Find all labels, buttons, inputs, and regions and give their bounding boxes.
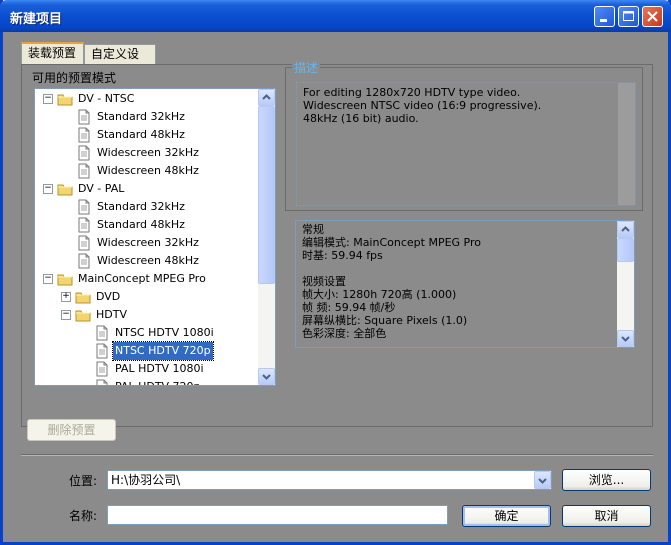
tree-label: Widescreen 48kHz xyxy=(97,254,199,267)
collapse-icon[interactable]: − xyxy=(43,94,53,104)
location-value: H:\协羽公司\ xyxy=(111,473,181,487)
tree-scrollbar[interactable] xyxy=(258,89,275,385)
chevron-down-icon xyxy=(538,478,547,484)
delete-preset-button[interactable]: 删除预置 xyxy=(27,419,116,441)
ok-button[interactable]: 确定 xyxy=(462,505,551,527)
tree-label: Widescreen 32kHz xyxy=(97,236,199,249)
chevron-up-icon xyxy=(621,226,630,232)
folder-icon xyxy=(57,274,73,286)
tree-label: DV - PAL xyxy=(78,182,125,195)
file-icon xyxy=(96,343,108,359)
info-scroll-up-button[interactable] xyxy=(617,221,634,238)
collapse-icon[interactable]: − xyxy=(61,310,71,320)
scroll-up-button[interactable] xyxy=(258,89,275,106)
description-text: For editing 1280x720 HDTV type video. Wi… xyxy=(303,86,542,125)
window-title: 新建项目 xyxy=(10,12,63,27)
location-combobox[interactable]: H:\协羽公司\ xyxy=(107,470,552,490)
tree-label: DV - NTSC xyxy=(78,92,135,105)
title-bar[interactable]: 新建项目 xyxy=(0,0,671,32)
tree-label: NTSC HDTV 1080i xyxy=(115,326,214,339)
info-line: 屏幕纵横比: Square Pixels (1.0) xyxy=(302,314,468,327)
browse-button[interactable]: 浏览... xyxy=(562,469,651,491)
file-icon xyxy=(78,217,90,233)
maximize-icon xyxy=(623,11,634,21)
minimize-icon xyxy=(600,19,607,22)
scroll-down-button[interactable] xyxy=(258,368,275,385)
file-icon xyxy=(96,379,108,385)
info-scroll-thumb[interactable] xyxy=(617,238,634,262)
tree-label: Widescreen 48kHz xyxy=(97,164,199,177)
info-line: 帧 频: 59.94 帧/秒 xyxy=(302,301,396,314)
preset-tree[interactable]: − DV - NTSC Standard 32kHz Standard 48kHz Wi… xyxy=(34,88,276,386)
preset-info-box: 常规 编辑模式: MainConcept MPEG Pro 时基: 59.94 … xyxy=(295,220,635,348)
new-project-dialog: 新建项目 装载预置 自定义设置 可用的预置模式 − DV - NTSC Standa… xyxy=(0,0,671,545)
tree-label: DVD xyxy=(96,290,121,303)
dialog-body: 装载预置 自定义设置 可用的预置模式 − DV - NTSC Standard 32… xyxy=(3,32,668,542)
close-icon xyxy=(647,11,658,22)
file-icon xyxy=(96,325,108,341)
info-scrollbar[interactable] xyxy=(617,221,634,347)
description-scrollbar xyxy=(618,83,635,205)
file-icon xyxy=(78,235,90,251)
available-presets-label: 可用的预置模式 xyxy=(32,71,117,85)
chevron-up-icon xyxy=(262,94,271,100)
info-line: 常规 xyxy=(302,223,324,236)
location-label: 位置: xyxy=(69,474,98,488)
tab-load-preset[interactable]: 装载预置 xyxy=(21,42,84,64)
divider xyxy=(21,454,653,456)
file-icon xyxy=(78,163,90,179)
tree-label: NTSC HDTV 720p xyxy=(112,341,214,361)
name-label: 名称: xyxy=(69,509,98,523)
folder-icon xyxy=(75,292,91,304)
collapse-icon[interactable]: − xyxy=(43,184,53,194)
scroll-thumb[interactable] xyxy=(258,106,275,284)
file-icon xyxy=(78,127,90,143)
tree-label: Widescreen 32kHz xyxy=(97,146,199,159)
load-preset-panel: 可用的预置模式 − DV - NTSC Standard 32kHz Standard… xyxy=(21,59,653,427)
close-button[interactable] xyxy=(642,6,663,27)
tab-custom-settings[interactable]: 自定义设置 xyxy=(84,44,156,80)
info-line: 时基: 59.94 fps xyxy=(302,249,383,262)
tree-label: Standard 32kHz xyxy=(97,200,185,213)
description-group: 描述 For editing 1280x720 HDTV type video.… xyxy=(285,59,643,211)
preset-info-text: 常规 编辑模式: MainConcept MPEG Pro 时基: 59.94 … xyxy=(302,223,612,340)
file-icon xyxy=(78,145,90,161)
folder-icon xyxy=(57,184,73,196)
tree-label: Standard 48kHz xyxy=(97,218,185,231)
cancel-button[interactable]: 取消 xyxy=(562,505,651,527)
info-line: 视频设置 xyxy=(302,275,346,288)
file-icon xyxy=(78,109,90,125)
tree-label: MainConcept MPEG Pro xyxy=(78,272,206,285)
chevron-down-icon xyxy=(621,336,630,342)
tree-label: Standard 32kHz xyxy=(97,110,185,123)
location-dropdown-button[interactable] xyxy=(534,471,551,489)
collapse-icon[interactable]: − xyxy=(43,274,53,284)
minimize-button[interactable] xyxy=(594,6,615,27)
folder-icon xyxy=(57,94,73,106)
chevron-down-icon xyxy=(262,374,271,380)
maximize-button[interactable] xyxy=(618,6,639,27)
file-icon xyxy=(78,253,90,269)
file-icon xyxy=(96,361,108,377)
tree-label: PAL HDTV 720p xyxy=(113,378,203,385)
description-box: For editing 1280x720 HDTV type video. Wi… xyxy=(296,82,636,206)
info-line xyxy=(302,262,612,275)
description-legend: 描述 xyxy=(292,59,321,76)
folder-icon xyxy=(75,310,91,322)
tree-label: Standard 48kHz xyxy=(97,128,185,141)
name-input[interactable] xyxy=(107,505,448,525)
file-icon xyxy=(78,199,90,215)
info-line: 色彩深度: 全部色 xyxy=(302,327,387,340)
info-line: 编辑模式: MainConcept MPEG Pro xyxy=(302,236,481,249)
tree-label: PAL HDTV 1080i xyxy=(115,362,204,375)
tree-label: HDTV xyxy=(96,308,127,321)
expand-icon[interactable]: + xyxy=(61,292,71,302)
info-scroll-down-button[interactable] xyxy=(617,330,634,347)
info-line: 帧大小: 1280h 720高 (1.000) xyxy=(302,288,457,301)
